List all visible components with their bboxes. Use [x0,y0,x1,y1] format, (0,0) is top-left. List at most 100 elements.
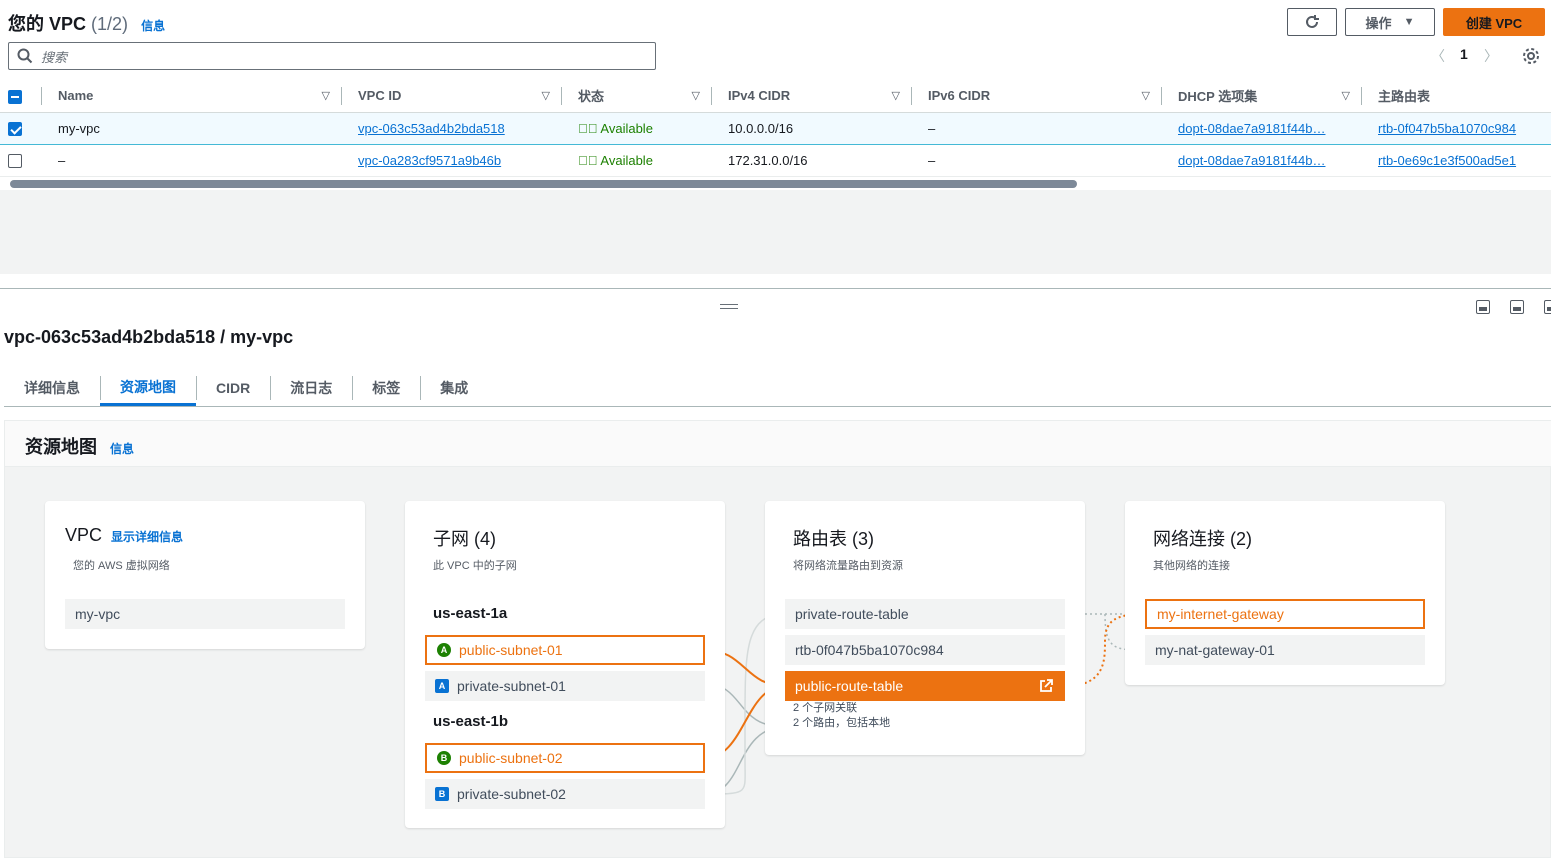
route-table-item-active[interactable]: public-route-table [785,671,1065,701]
vpc-card-subtitle: 您的 AWS 虚拟网络 [73,560,170,572]
column-header-name[interactable]: Name ▽ [42,80,342,113]
caret-down-icon: ▼ [1403,16,1415,28]
settings-gear-icon[interactable] [1522,47,1540,65]
tab-details[interactable]: 详细信息 [4,370,100,406]
subnet-item-private-01[interactable]: A private-subnet-01 [425,671,705,701]
row-checkbox[interactable] [8,121,22,136]
tab-resource-map[interactable]: 资源地图 [100,370,196,406]
az-a-icon: A [435,679,449,693]
next-page-icon[interactable]: 〉 [1484,46,1498,66]
detail-tabs: 详细信息 资源地图 CIDR 流日志 标签 集成 [4,370,1551,407]
table-row[interactable]: – vpc-0a283cf9571a9b46b ✓⃝ Available 172… [0,144,1551,177]
search-placeholder: 搜索 [41,49,68,65]
subnet-item-public-02[interactable]: B public-subnet-02 [425,743,705,773]
vpc-id-link[interactable]: vpc-0a283cf9571a9b46b [358,153,501,168]
panel-bottom-icon[interactable] [1476,300,1490,314]
show-details-link[interactable]: 显示详细信息 [111,530,183,544]
column-header-dhcp[interactable]: DHCP 选项集 ▽ [1162,80,1362,113]
panel-position-controls [1476,300,1551,314]
sort-caret-icon: ▽ [891,90,900,102]
subnet-label: public-subnet-02 [459,750,563,766]
vpc-card-title: VPC 显示详细信息 [65,525,183,546]
column-header-vpc-id[interactable]: VPC ID ▽ [342,80,562,113]
horizontal-scrollbar[interactable] [10,180,1077,188]
info-link[interactable]: 信息 [141,19,165,33]
vpc-name: my-vpc [42,111,342,145]
column-label: 状态 [578,89,605,105]
column-label: IPv6 CIDR [928,88,991,104]
az-a-icon: A [437,643,451,657]
subnet-label: private-subnet-02 [457,786,566,802]
tab-integrations[interactable]: 集成 [420,370,488,406]
vpc-item[interactable]: my-vpc [65,599,345,629]
route-table-notes: 2 个子网关联 2 个路由，包括本地 [793,701,890,731]
search-icon [17,48,33,64]
sort-caret-icon: ▽ [541,90,550,102]
create-vpc-button[interactable]: 创建 VPC [1443,8,1545,36]
column-header-main-route-table[interactable]: 主路由表 [1362,80,1551,113]
route-table-link[interactable]: rtb-0e69c1e3f500ad5e1 [1378,153,1516,168]
tab-flow-logs[interactable]: 流日志 [270,370,352,406]
subnet-label: public-subnet-01 [459,642,563,658]
route-table-label: public-route-table [795,678,904,694]
vpc-card: VPC 显示详细信息 您的 AWS 虚拟网络 my-vpc [45,501,365,649]
split-divider [0,288,1551,289]
status-text: Available [600,120,653,136]
select-all-cell [0,80,42,113]
subnet-assoc-note: 2 个子网关联 [793,702,858,714]
row-select-cell [0,111,42,145]
tab-label: CIDR [216,380,251,396]
column-label: VPC ID [358,88,402,104]
az-b-icon: B [435,787,449,801]
subnet-item-private-02[interactable]: B private-subnet-02 [425,779,705,809]
refresh-icon [1306,15,1319,28]
subnet-item-public-01[interactable]: A public-subnet-01 [425,635,705,665]
sort-caret-icon: ▽ [1341,90,1350,102]
tab-label: 流日志 [290,380,333,396]
actions-label: 操作 [1365,15,1392,31]
table-row[interactable]: my-vpc vpc-063c53ad4b2bda518 ✓⃝ Availabl… [0,111,1551,145]
column-label: 主路由表 [1378,89,1431,105]
az-label: us-east-1a [433,605,508,622]
check-circle-icon: ✓⃝ [578,152,598,168]
route-table-card: 路由表 (3) 将网络流量路由到资源 private-route-table r… [765,501,1085,755]
network-connections-card: 网络连接 (2) 其他网络的连接 my-internet-gateway my-… [1125,501,1445,685]
row-select-cell [0,144,42,177]
actions-button[interactable]: 操作 ▼ [1345,8,1435,36]
ipv4-cidr: 172.31.0.0/16 [712,144,912,177]
subnet-label: private-subnet-01 [457,678,566,694]
column-label: IPv4 CIDR [728,88,791,104]
create-label: 创建 VPC [1465,15,1523,31]
select-all-checkbox[interactable] [8,89,22,104]
resize-handle-icon[interactable] [720,304,738,309]
tab-tags[interactable]: 标签 [352,370,420,406]
dhcp-link[interactable]: dopt-08dae7a9181f44b… [1178,121,1325,136]
tab-label: 详细信息 [24,380,80,396]
page-number[interactable]: 1 [1460,46,1468,62]
refresh-button[interactable] [1287,8,1337,36]
panel-side-icon[interactable] [1510,300,1524,314]
internet-gateway-item[interactable]: my-internet-gateway [1145,599,1425,629]
route-table-item[interactable]: rtb-0f047b5ba1070c984 [785,635,1065,665]
table-empty-area [0,190,1551,274]
row-checkbox[interactable] [8,153,22,168]
route-table-link[interactable]: rtb-0f047b5ba1070c984 [1378,121,1516,136]
az-label: us-east-1b [433,713,509,730]
tab-cidr[interactable]: CIDR [196,370,270,406]
table-header-row: Name ▽ VPC ID ▽ 状态 ▽ IPv4 CIDR ▽ IPv6 CIDR ▽ … [0,80,1551,113]
routes-note: 2 个路由，包括本地 [793,717,891,729]
panel-full-icon[interactable] [1544,300,1551,314]
dhcp-link[interactable]: dopt-08dae7a9181f44b… [1178,153,1325,168]
nat-gateway-item[interactable]: my-nat-gateway-01 [1145,635,1425,665]
vpc-id-link[interactable]: vpc-063c53ad4b2bda518 [358,121,505,136]
column-header-ipv4[interactable]: IPv4 CIDR ▽ [712,80,912,113]
search-input[interactable]: 搜索 [8,42,656,70]
column-header-status[interactable]: 状态 ▽ [562,80,712,113]
column-header-ipv6[interactable]: IPv6 CIDR ▽ [912,80,1162,113]
conn-card-subtitle: 其他网络的连接 [1153,560,1230,572]
detail-heading: vpc-063c53ad4b2bda518 / my-vpc [4,327,294,347]
route-table-item[interactable]: private-route-table [785,599,1065,629]
external-link-icon[interactable] [1039,679,1053,693]
sort-caret-icon: ▽ [691,90,700,102]
prev-page-icon[interactable]: 〈 [1431,46,1445,66]
